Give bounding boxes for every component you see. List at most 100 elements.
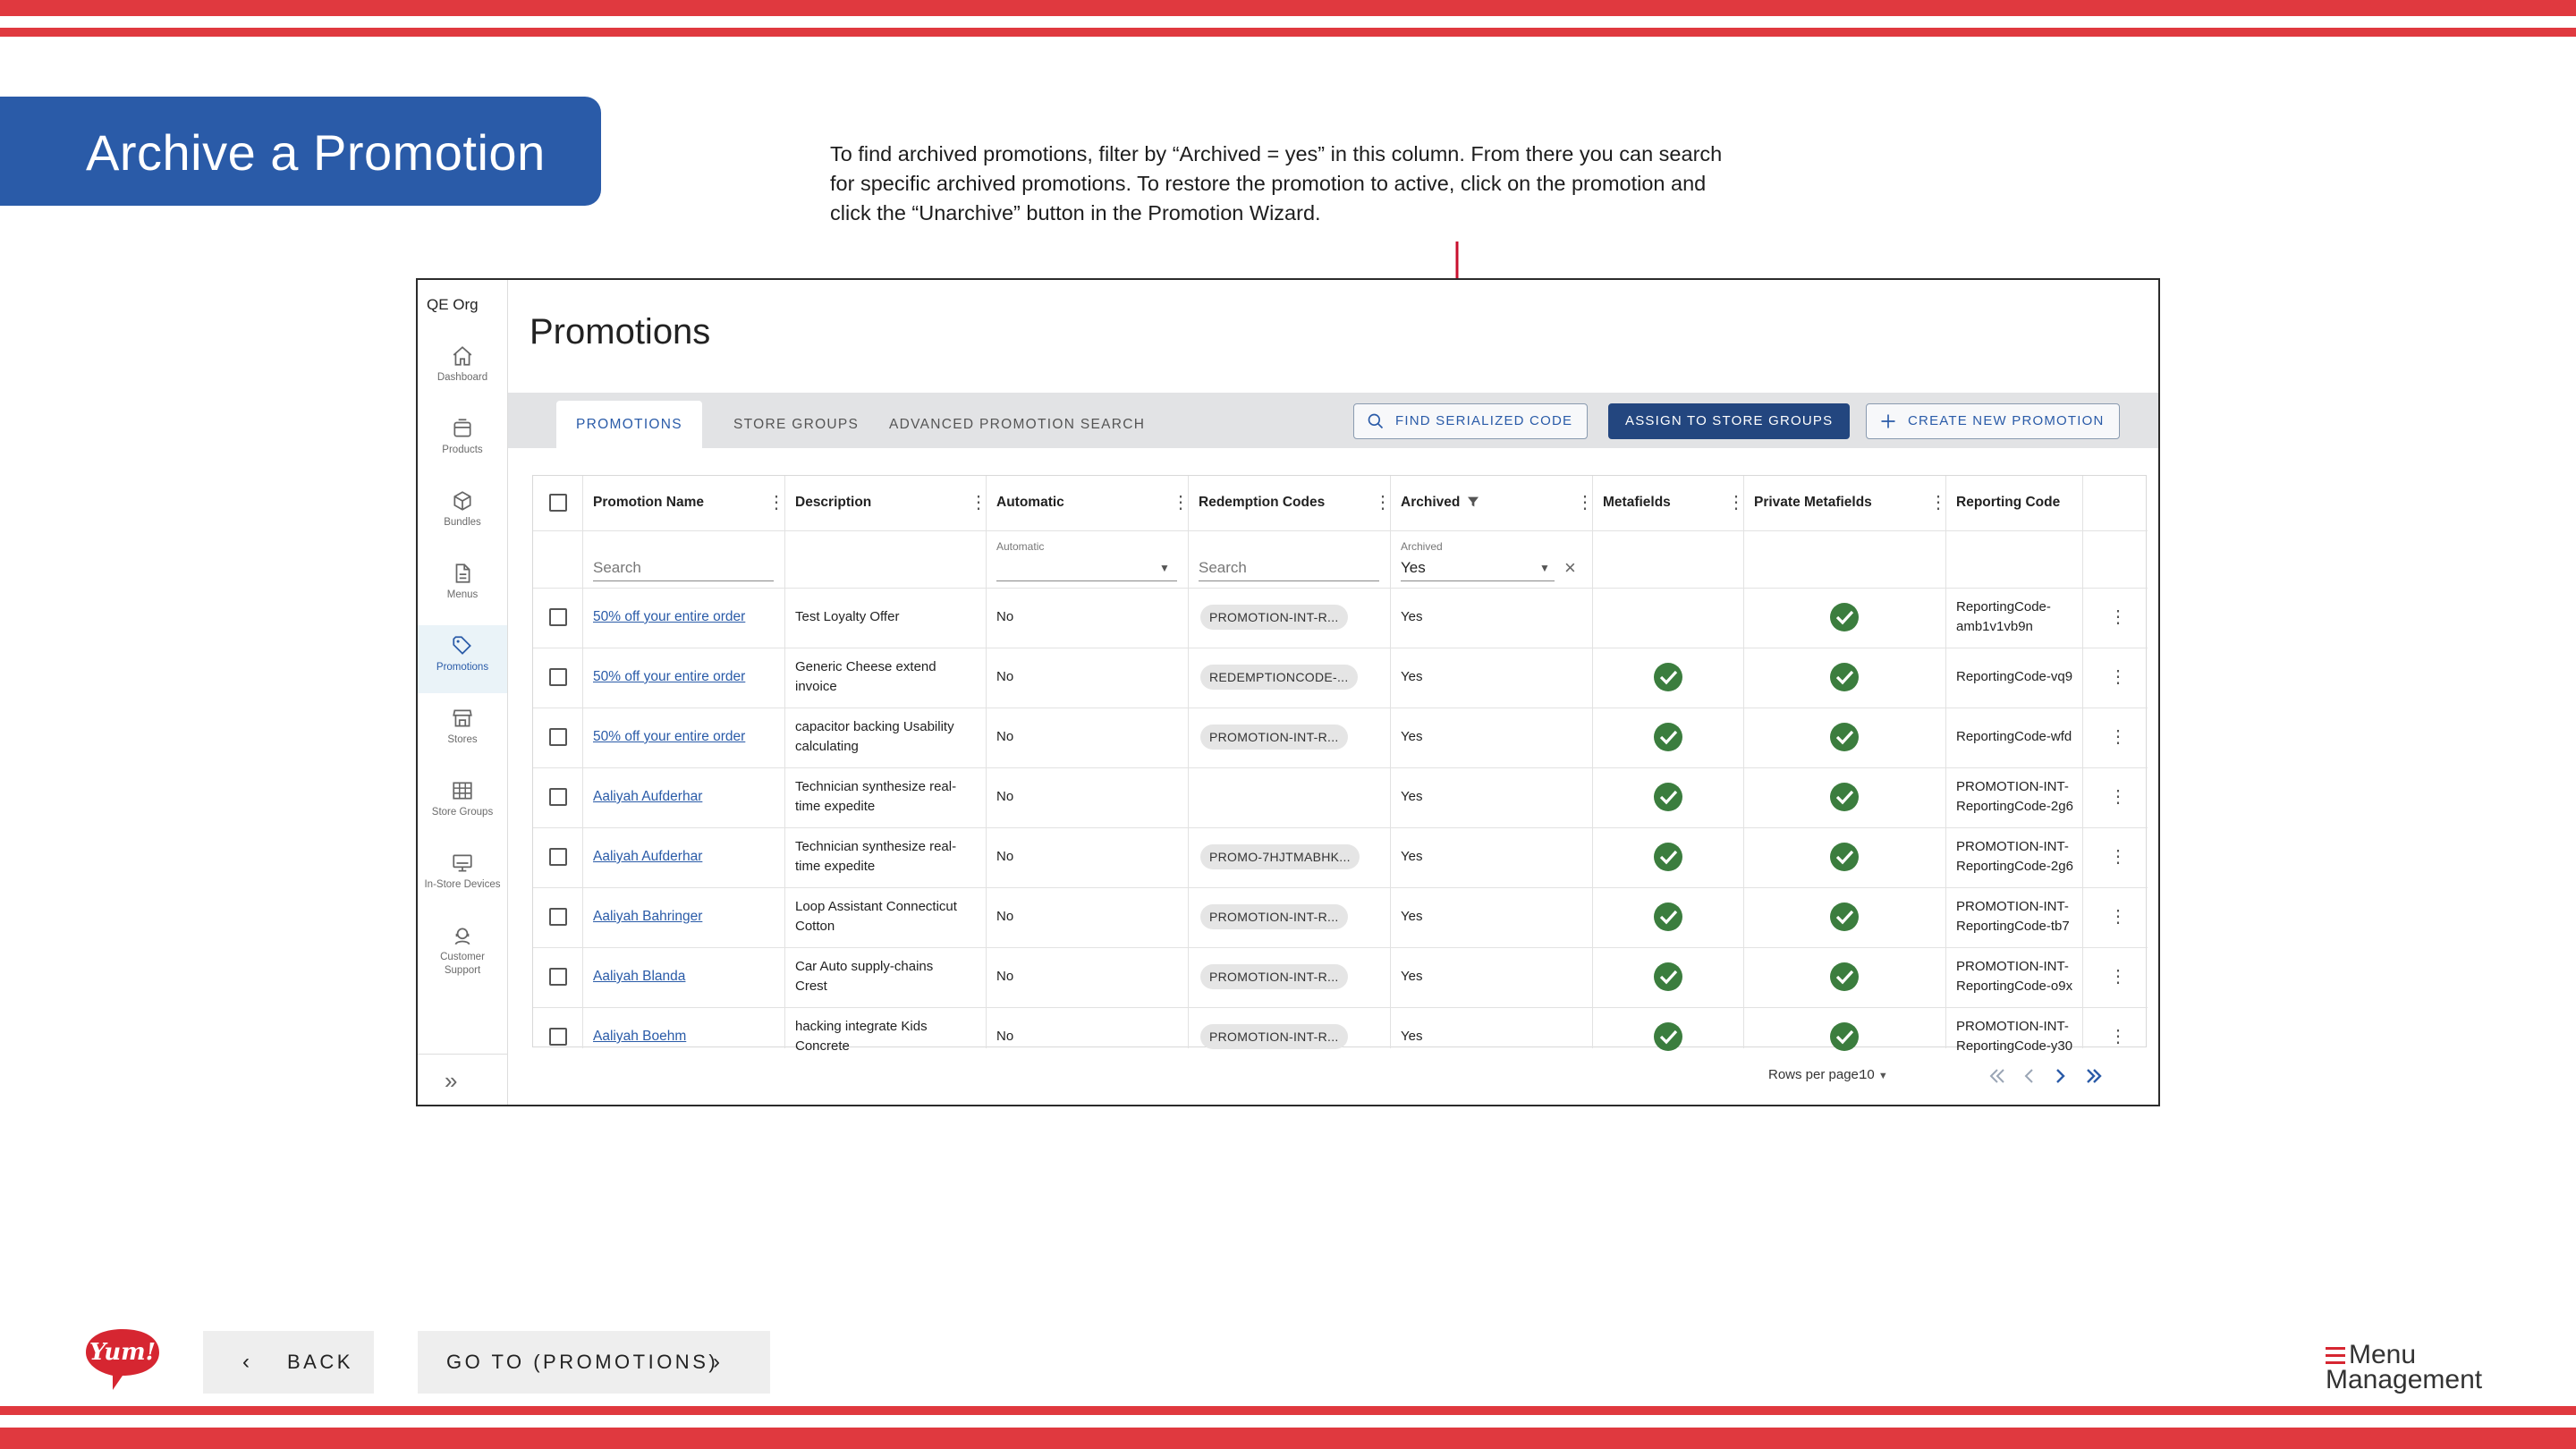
sidebar-item-store-groups[interactable]: Store Groups: [418, 770, 507, 838]
row-actions-icon[interactable]: ⋮: [2109, 848, 2127, 866]
private-metafields-check-icon: [1829, 602, 1860, 632]
reporting-code: PROMOTION-INT- ReportingCode-tb7: [1956, 897, 2078, 936]
row-actions-icon[interactable]: ⋮: [2109, 788, 2127, 806]
filter-icon[interactable]: [1466, 495, 1480, 509]
description-line2: calculating: [795, 739, 859, 754]
back-button[interactable]: ‹ BACK: [203, 1331, 374, 1394]
metafields-check-icon: [1653, 842, 1683, 872]
promotion-name-link[interactable]: 50% off your entire order: [593, 609, 781, 625]
column-header-redemption-codes[interactable]: Redemption Codes: [1199, 495, 1325, 511]
reporting-code-line1: PROMOTION-INT-: [1956, 899, 2069, 914]
column-header-promotion-name[interactable]: Promotion Name: [593, 495, 704, 511]
description-line2: invoice: [795, 679, 837, 694]
sidebar-item-dashboard[interactable]: Dashboard: [418, 335, 507, 403]
yum-logo-text: Yum!: [89, 1339, 156, 1366]
go-to-promotions-button[interactable]: GO TO (PROMOTIONS) ›: [418, 1331, 770, 1394]
metafields-check-icon: [1653, 962, 1683, 992]
column-menu-icon[interactable]: ⋮: [1929, 494, 1947, 512]
row-checkbox[interactable]: [549, 668, 567, 686]
sidebar-item-in-store-devices[interactable]: In-Store Devices: [418, 843, 507, 911]
sidebar-item-stores[interactable]: Stores: [418, 698, 507, 766]
promotion-name-link[interactable]: Aaliyah Boehm: [593, 1029, 781, 1045]
promotion-description: capacitor backing Usability calculating: [795, 717, 983, 757]
row-checkbox[interactable]: [549, 968, 567, 986]
next-page-icon[interactable]: [2049, 1065, 2071, 1087]
redemption-code-chip[interactable]: PROMOTION-INT-R...: [1200, 904, 1348, 929]
row-actions-icon[interactable]: ⋮: [2109, 968, 2127, 986]
column-header-metafields[interactable]: Metafields: [1603, 495, 1671, 511]
column-header-description[interactable]: Description: [795, 495, 871, 511]
automatic-filter-select[interactable]: [996, 558, 1177, 581]
sidebar-item-menus[interactable]: Menus: [418, 553, 507, 621]
select-all-checkbox[interactable]: [549, 494, 567, 512]
cube-icon: [453, 491, 471, 511]
clear-filter-icon[interactable]: ×: [1564, 556, 1576, 580]
rows-per-page-select[interactable]: 10 ▼: [1860, 1067, 1888, 1082]
last-page-icon[interactable]: [2083, 1065, 2105, 1087]
row-checkbox[interactable]: [549, 728, 567, 746]
column-menu-icon[interactable]: ⋮: [1374, 494, 1392, 512]
tab-advanced-promotion-search[interactable]: ADVANCED PROMOTION SEARCH: [869, 401, 1165, 448]
find-serialized-code-button[interactable]: FIND SERIALIZED CODE: [1353, 403, 1589, 439]
row-actions-icon[interactable]: ⋮: [2109, 608, 2127, 626]
reporting-code-line1: ReportingCode-wfd: [1956, 729, 2072, 744]
sidebar-item-bundles[interactable]: Bundles: [418, 480, 507, 548]
first-page-icon[interactable]: [1987, 1065, 2008, 1087]
promotion-name-search-input[interactable]: Search: [593, 559, 774, 581]
grid-icon: [453, 782, 472, 800]
create-new-promotion-label: CREATE NEW PROMOTION: [1908, 413, 2105, 428]
expand-sidebar-icon[interactable]: »: [445, 1067, 457, 1095]
promotion-name-link[interactable]: Aaliyah Aufderhar: [593, 849, 781, 865]
redemption-codes-search-input[interactable]: Search: [1199, 559, 1379, 581]
row-actions-icon[interactable]: ⋮: [2109, 908, 2127, 926]
sidebar-item-label: Promotions: [436, 662, 489, 673]
previous-page-icon[interactable]: [2019, 1065, 2040, 1087]
redemption-code-chip[interactable]: PROMOTION-INT-R...: [1200, 724, 1348, 750]
promotion-name-link[interactable]: 50% off your entire order: [593, 729, 781, 745]
row-actions-icon[interactable]: ⋮: [2109, 1028, 2127, 1046]
promotion-name-link[interactable]: Aaliyah Blanda: [593, 969, 781, 985]
private-metafields-check-icon: [1829, 722, 1860, 752]
row-actions-icon[interactable]: ⋮: [2109, 668, 2127, 686]
row-actions-icon[interactable]: ⋮: [2109, 728, 2127, 746]
column-menu-icon[interactable]: ⋮: [1576, 494, 1594, 512]
row-checkbox[interactable]: [549, 1028, 567, 1046]
column-menu-icon[interactable]: ⋮: [767, 494, 785, 512]
column-header-archived[interactable]: Archived: [1401, 495, 1460, 511]
private-metafields-check-icon: [1829, 1021, 1860, 1052]
row-checkbox[interactable]: [549, 788, 567, 806]
redemption-code-chip[interactable]: PROMO-7HJTMABHK...: [1200, 844, 1360, 869]
tab-store-groups[interactable]: STORE GROUPS: [714, 401, 878, 448]
column-menu-icon[interactable]: ⋮: [970, 494, 987, 512]
create-new-promotion-button[interactable]: CREATE NEW PROMOTION: [1866, 403, 2120, 439]
column-header-automatic[interactable]: Automatic: [996, 495, 1064, 511]
reporting-code-line1: ReportingCode-vq9: [1956, 669, 2073, 684]
row-checkbox[interactable]: [549, 608, 567, 626]
promotion-name-link[interactable]: Aaliyah Aufderhar: [593, 789, 781, 805]
assign-to-store-groups-button[interactable]: ASSIGN TO STORE GROUPS: [1608, 403, 1851, 439]
sidebar-item-promotions[interactable]: Promotions: [418, 625, 507, 693]
redemption-code-chip[interactable]: REDEMPTIONCODE-...: [1200, 665, 1358, 690]
description-line1: Technician synthesize real-: [795, 839, 957, 854]
private-metafields-check-icon: [1829, 782, 1860, 812]
tab-promotions[interactable]: PROMOTIONS: [556, 401, 702, 448]
row-checkbox[interactable]: [549, 848, 567, 866]
column-menu-icon[interactable]: ⋮: [1727, 494, 1745, 512]
sidebar-divider: [418, 1054, 507, 1055]
redemption-code-chip[interactable]: PROMOTION-INT-R...: [1200, 964, 1348, 989]
redemption-code-chip[interactable]: PROMOTION-INT-R...: [1200, 1024, 1348, 1049]
bottom-stripe: [0, 1428, 2576, 1449]
column-menu-icon[interactable]: ⋮: [1172, 494, 1190, 512]
column-header-reporting-code[interactable]: Reporting Code: [1956, 495, 2060, 511]
redemption-code-chip[interactable]: PROMOTION-INT-R...: [1200, 605, 1348, 630]
archived-filter-select[interactable]: Yes: [1401, 559, 1555, 581]
sidebar-item-customer-support[interactable]: Customer Support: [418, 915, 507, 996]
reporting-code-line2: ReportingCode-2g6: [1956, 859, 2073, 874]
column-header-private-metafields[interactable]: Private Metafields: [1754, 495, 1872, 511]
promotion-name-link[interactable]: 50% off your entire order: [593, 669, 781, 685]
sidebar-item-products[interactable]: Products: [418, 408, 507, 476]
promotion-name-link[interactable]: Aaliyah Bahringer: [593, 909, 781, 925]
row-checkbox[interactable]: [549, 908, 567, 926]
reporting-code-line2: ReportingCode-tb7: [1956, 919, 2070, 934]
reporting-code: PROMOTION-INT- ReportingCode-o9x: [1956, 957, 2078, 996]
